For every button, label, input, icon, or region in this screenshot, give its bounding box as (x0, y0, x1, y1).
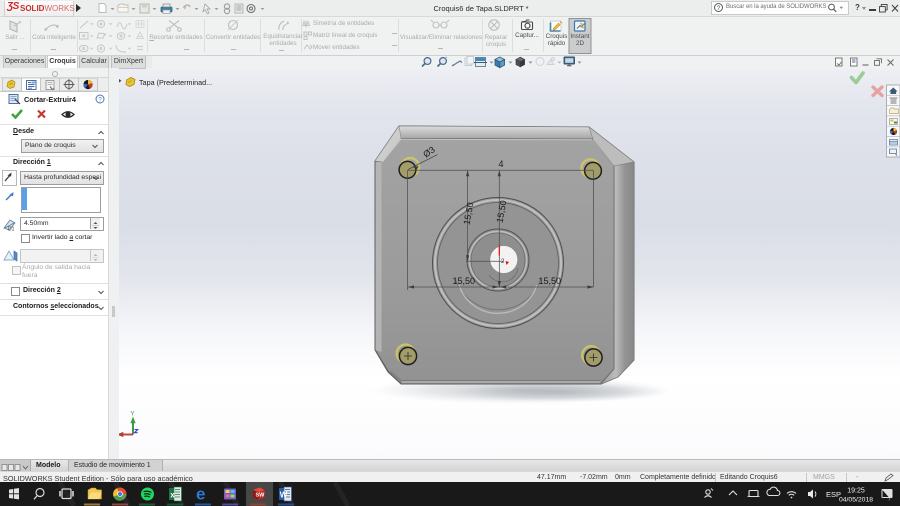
svg-text:D1: D1 (8, 227, 15, 232)
svg-text:x: x (170, 491, 175, 500)
svg-text:Y: Y (130, 411, 135, 418)
svg-text:W: W (280, 491, 288, 500)
svg-text:4: 4 (498, 159, 503, 169)
svg-text:?: ? (98, 96, 102, 103)
svg-text:Tapa (Predeterminad...: Tapa (Predeterminad... (139, 78, 212, 87)
svg-text:15,50: 15,50 (453, 276, 476, 286)
svg-text:04/05/2018: 04/05/2018 (839, 497, 873, 504)
svg-text:19:25: 19:25 (847, 488, 865, 495)
svg-text:e: e (196, 485, 205, 504)
svg-text:SW: SW (256, 493, 266, 499)
svg-text:15,50: 15,50 (539, 276, 562, 286)
